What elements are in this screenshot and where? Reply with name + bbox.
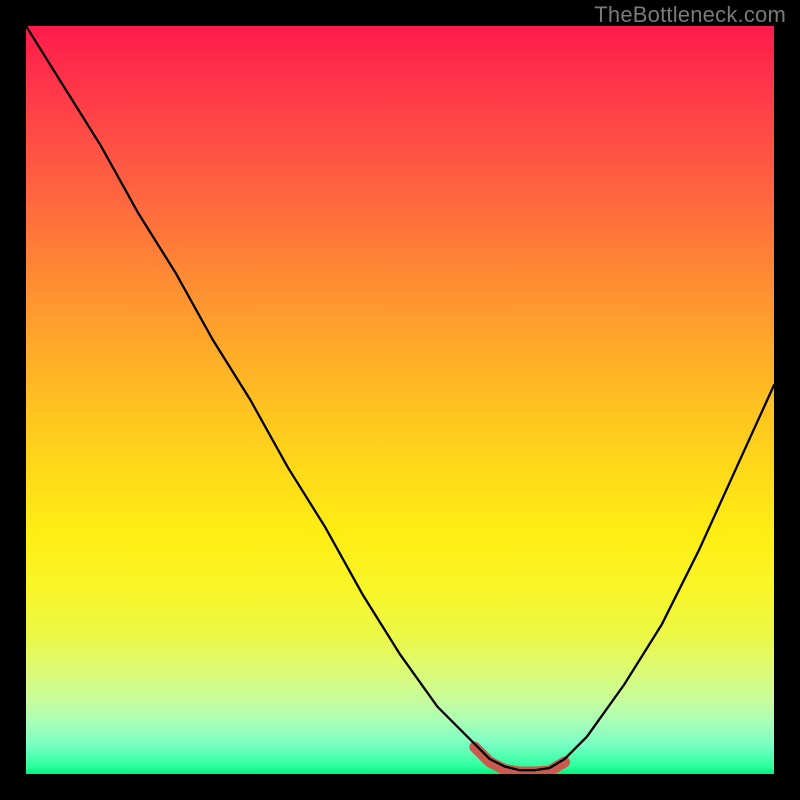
plot-area <box>26 26 774 774</box>
watermark-text: TheBottleneck.com <box>594 2 786 28</box>
chart-svg <box>26 26 774 774</box>
bottleneck-curve <box>26 26 774 770</box>
